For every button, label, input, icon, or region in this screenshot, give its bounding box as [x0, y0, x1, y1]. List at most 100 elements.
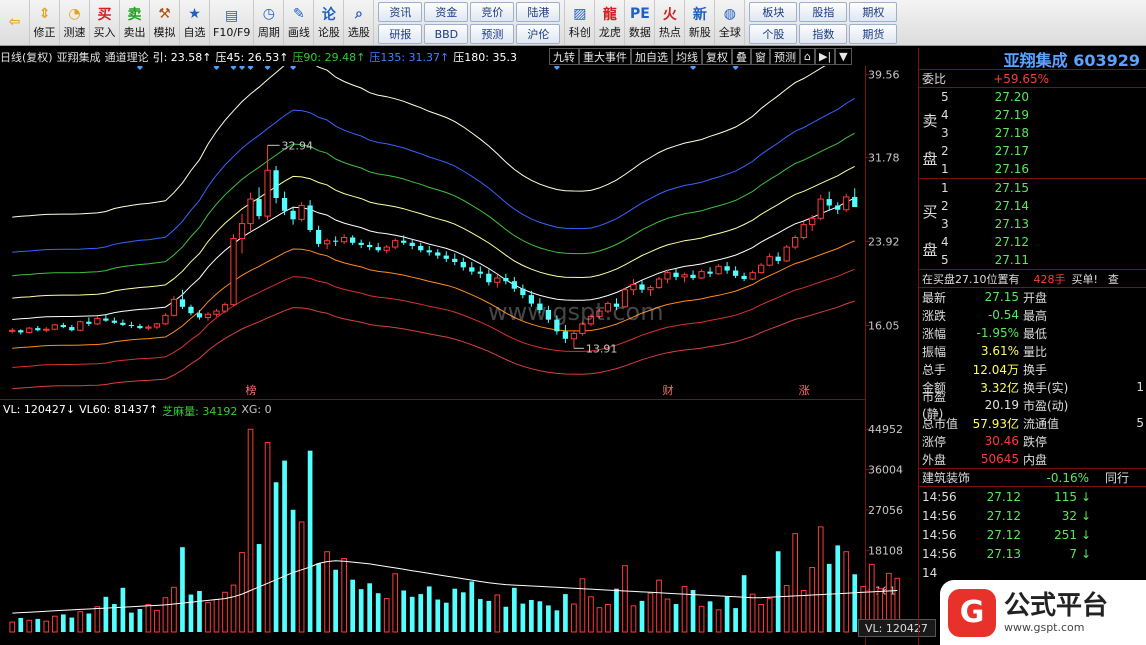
grid-button[interactable]: 期权	[849, 2, 898, 22]
candle-body	[315, 230, 322, 244]
volume-bar	[392, 573, 399, 633]
order-book-row[interactable]: 3 27.18	[919, 124, 1146, 142]
tick-price: 27.12	[986, 527, 1021, 542]
chart-tool-button[interactable]: ▶|	[814, 48, 836, 65]
candle-body	[145, 326, 152, 329]
chart-tool-button[interactable]: 叠	[732, 48, 751, 65]
chart-tool-button[interactable]: 加自选	[631, 48, 672, 65]
toolbar-chart-button[interactable]: ▨ 科创	[565, 0, 596, 45]
volume-bar	[792, 533, 799, 633]
volume-bar	[18, 618, 24, 632]
toolbar-discuss-button[interactable]: 论论股	[314, 0, 345, 45]
grid-button[interactable]: 资金	[424, 2, 469, 22]
chart-tool-button[interactable]: ▼	[835, 48, 852, 65]
order-book-row[interactable]: 5 27.20	[919, 88, 1146, 106]
volume-bar	[852, 574, 858, 632]
order-book-row[interactable]: 4 27.19	[919, 106, 1146, 124]
info-marker-icon[interactable]	[247, 66, 254, 70]
back-button[interactable]: ⇦	[0, 0, 30, 45]
order-book-row[interactable]: 5 27.11	[919, 251, 1146, 269]
toolbar-hammer-button[interactable]: ⚒ 模拟	[150, 0, 180, 45]
info-marker-icon[interactable]	[264, 66, 271, 70]
order-book-row[interactable]: 1 27.16	[919, 160, 1146, 178]
toolbar-speed-button[interactable]: ◔ 测速	[60, 0, 90, 45]
grid-button[interactable]: 股指	[799, 2, 848, 22]
candle-body	[630, 283, 637, 291]
sector-row[interactable]: 建筑装饰 -0.16% 同行	[919, 469, 1146, 487]
grid-button[interactable]: BBD	[424, 24, 469, 44]
candle-body	[367, 244, 373, 248]
toolbar-magnifier-button[interactable]: ⌕ 选股	[344, 0, 375, 45]
toolbar-buy-button[interactable]: 买买入	[90, 0, 120, 45]
toolbar-pe-button[interactable]: PE 数据	[625, 0, 656, 45]
toolbar-star-button[interactable]: ★ 自选	[180, 0, 210, 45]
toolbar-f10-button[interactable]: ▤ F10/F9	[210, 0, 255, 45]
channel-line	[12, 197, 855, 320]
info-marker-icon[interactable]	[690, 66, 697, 70]
toolbar-fire-button[interactable]: 火热点	[655, 0, 686, 45]
order-book-row[interactable]: 2 27.14	[919, 197, 1146, 215]
order-book-row[interactable]: 3 27.13	[919, 215, 1146, 233]
quote-label: 外盘	[922, 452, 947, 467]
toolbar-sell-button[interactable]: 卖卖出	[120, 0, 150, 45]
grid-button[interactable]: 预测	[470, 24, 515, 44]
grid-button[interactable]: 个股	[749, 24, 798, 44]
volume-bar	[418, 594, 424, 632]
info-marker-icon[interactable]	[213, 66, 220, 70]
chart-tool-button[interactable]: ⌂	[800, 48, 815, 65]
grid-button[interactable]: 研报	[378, 24, 423, 44]
volume-bar	[273, 482, 279, 632]
chart-tool-button[interactable]: 九转	[549, 48, 579, 65]
candle-body	[162, 314, 169, 325]
info-marker-icon[interactable]	[239, 66, 246, 70]
chart-tool-button[interactable]: 均线	[672, 48, 702, 65]
event-marker[interactable]: 榜	[246, 383, 257, 397]
info-marker-icon[interactable]	[553, 66, 560, 70]
toolbar-globe-button[interactable]: ◍ 全球	[715, 0, 746, 45]
indicator-value: 压135: 31.37↑	[369, 51, 450, 64]
sell-label-2: 盘	[922, 150, 938, 168]
toolbar-dragon-button[interactable]: 龍龙虎	[595, 0, 626, 45]
toolbar-clock-button[interactable]: ◷ 周期	[254, 0, 285, 45]
info-marker-icon[interactable]	[290, 66, 297, 70]
chart-tool-button[interactable]: 复权	[702, 48, 732, 65]
order-book-row[interactable]: 2 27.17	[919, 142, 1146, 160]
event-marker[interactable]: 涨	[799, 384, 810, 397]
grid-button[interactable]: 陆港	[516, 2, 561, 22]
info-marker-icon[interactable]	[732, 66, 739, 70]
chart-tool-button[interactable]: 预测	[770, 48, 800, 65]
grid-button[interactable]: 资讯	[378, 2, 423, 22]
volume-bar	[647, 592, 654, 633]
event-marker[interactable]: 财	[663, 383, 674, 397]
sector-more[interactable]: 同行	[1105, 469, 1129, 486]
volume-bar	[26, 619, 33, 633]
order-more[interactable]: 查	[1108, 271, 1119, 287]
toolbar-pencil-button[interactable]: ✎ 画线	[284, 0, 315, 45]
down-arrow-icon: ↓	[1080, 527, 1092, 542]
grid-button[interactable]: 期货	[849, 24, 898, 44]
logo-url: www.gspt.com	[1004, 621, 1085, 634]
toolbar-up-down-button[interactable]: ⇕ 修正	[30, 0, 60, 45]
big-order-alert[interactable]: 在买盘27.10位置有 428手 买单! 查	[919, 270, 1146, 288]
info-marker-icon[interactable]	[230, 66, 237, 70]
order-book-row[interactable]: 1 27.15	[919, 179, 1146, 197]
chart-tool-button[interactable]: 重大事件	[579, 48, 631, 65]
chart-tool-button[interactable]: 窗	[751, 48, 770, 65]
order-book-row[interactable]: 4 27.12	[919, 233, 1146, 251]
candle-body	[26, 327, 33, 333]
quote-value: 3.61%	[980, 344, 1019, 358]
price-chart[interactable]: 39.56 31.78 23.92 16.05 32.94 13.91 榜 财 涨	[0, 66, 918, 400]
volume-chart[interactable]: 449523600427056181089161	[0, 400, 918, 645]
order-price: 27.18	[994, 126, 1029, 140]
grid-button[interactable]: 竞价	[470, 2, 515, 22]
volume-bar	[766, 598, 773, 633]
indicator-name[interactable]: 通道理论	[105, 49, 149, 65]
quote-label-2: 开盘	[1023, 290, 1048, 305]
info-marker-icon[interactable]	[136, 66, 143, 70]
toolbar-ipo-button[interactable]: 新新股	[685, 0, 716, 45]
price-axis-label: 23.92	[868, 236, 900, 249]
grid-button[interactable]: 板块	[749, 2, 798, 22]
period-label[interactable]: 日线(复权)	[0, 49, 53, 65]
grid-button[interactable]: 沪伦	[516, 24, 561, 44]
grid-button[interactable]: 指数	[799, 24, 848, 44]
